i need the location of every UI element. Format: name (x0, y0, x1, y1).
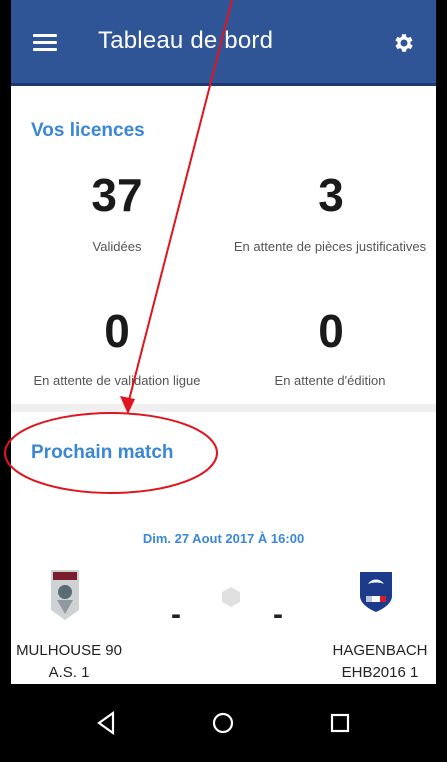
validated-label: Validées (92, 239, 142, 254)
home-team-squad: A.S. 1 (48, 664, 90, 681)
away-team-name: HAGENBACH EHB2016 1 (321, 640, 436, 684)
away-team-club: HAGENBACH (332, 642, 428, 659)
device-bezel-left (0, 0, 11, 762)
pending-documents-count[interactable]: 3 (231, 168, 431, 222)
home-circle-icon[interactable] (210, 710, 236, 736)
gear-icon[interactable] (392, 31, 416, 55)
licences-card: Vos licences 37 Validées 3 En attente de… (11, 86, 436, 404)
pending-documents-label: En attente de pièces justificatives (233, 239, 427, 254)
device-bezel-right (436, 0, 447, 762)
next-match-card[interactable]: Prochain match Dim. 27 Aout 2017 À 16:00… (11, 412, 436, 684)
system-nav-bar (11, 684, 436, 762)
home-score: - (171, 598, 181, 631)
pending-league-validation-count[interactable]: 0 (17, 304, 217, 358)
hamburger-menu-icon[interactable] (33, 34, 57, 52)
app-screen: Tableau de bord Vos licences 37 Validées… (11, 0, 436, 762)
pending-edition-count[interactable]: 0 (231, 304, 431, 358)
page-title: Tableau de bord (98, 27, 274, 54)
away-team-squad: EHB2016 1 (341, 664, 419, 681)
validated-count[interactable]: 37 (17, 168, 217, 222)
pending-edition-label: En attente d'édition (274, 373, 386, 388)
pending-league-validation-label: En attente de validation ligue (33, 373, 201, 388)
match-date: Dim. 27 Aout 2017 À 16:00 (142, 531, 305, 546)
recents-square-icon[interactable] (327, 710, 353, 736)
away-score: - (273, 598, 283, 631)
fff-club-logo (360, 572, 392, 612)
back-triangle-icon[interactable] (93, 710, 119, 736)
licences-section-title: Vos licences (31, 120, 145, 141)
next-match-section-title: Prochain match (31, 442, 174, 463)
app-bar: Tableau de bord (11, 0, 436, 86)
home-club-logo (51, 570, 79, 620)
football-icon (222, 587, 240, 607)
home-team-club: MULHOUSE 90 (16, 642, 122, 659)
home-team-name: MULHOUSE 90 A.S. 1 (11, 640, 127, 684)
phone-frame: Tableau de bord Vos licences 37 Validées… (0, 0, 447, 762)
